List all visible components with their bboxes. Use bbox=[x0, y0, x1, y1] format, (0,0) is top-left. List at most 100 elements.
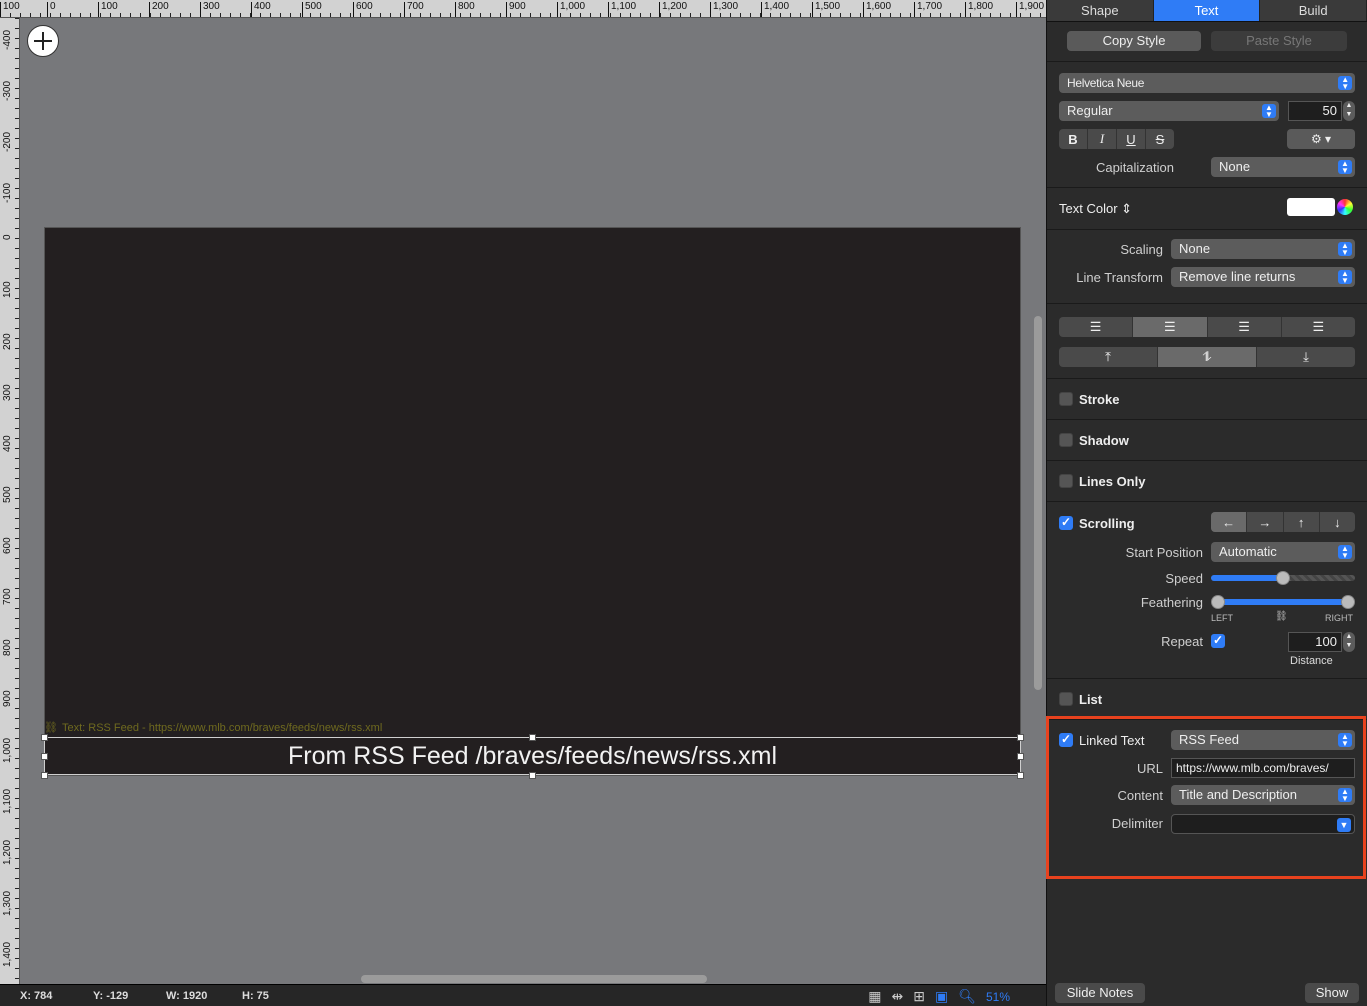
tab-build[interactable]: Build bbox=[1260, 0, 1367, 21]
selected-text-object[interactable]: From RSS Feed /braves/feeds/news/rss.xml bbox=[44, 737, 1021, 775]
distance-stepper[interactable]: ▲ ▼ bbox=[1343, 632, 1355, 652]
safe-area-icon[interactable]: ▣ bbox=[935, 988, 948, 1005]
ruler-left-label: 1,000 bbox=[2, 737, 13, 763]
stroke-checkbox[interactable] bbox=[1059, 392, 1073, 406]
feathering-left-label: LEFT bbox=[1211, 613, 1234, 623]
copy-style-button[interactable]: Copy Style bbox=[1067, 31, 1201, 51]
resize-handle[interactable] bbox=[1017, 753, 1024, 760]
popup-arrows-icon: ▲ ▼ bbox=[1338, 270, 1352, 285]
content-label: Content bbox=[1117, 788, 1163, 803]
checkerboard-icon[interactable]: ▦ bbox=[868, 988, 881, 1005]
feathering-left-knob[interactable] bbox=[1211, 595, 1225, 609]
arrow-left-icon[interactable]: ← bbox=[1211, 512, 1248, 532]
ruler-left-label: 400 bbox=[2, 435, 13, 452]
scrolling-checkbox[interactable] bbox=[1059, 515, 1073, 530]
font-family-popup[interactable]: Helvetica Neue ▲ ▼ bbox=[1059, 73, 1355, 93]
paste-style-button[interactable]: Paste Style bbox=[1211, 31, 1347, 51]
align-left-icon[interactable]: ☰ bbox=[1059, 317, 1134, 337]
gear-icon: ⚙ ▾ bbox=[1310, 132, 1332, 146]
line-transform-popup[interactable]: Remove line returns ▲ ▼ bbox=[1171, 267, 1355, 287]
distance-field[interactable]: 100 bbox=[1288, 632, 1342, 652]
resize-handle[interactable] bbox=[1017, 734, 1024, 741]
ruler-top-label: 200 bbox=[149, 2, 169, 17]
divider bbox=[1047, 460, 1367, 461]
tab-shape[interactable]: Shape bbox=[1047, 0, 1154, 21]
vertical-scrollbar[interactable] bbox=[1034, 316, 1042, 690]
ruler-left-label: -200 bbox=[2, 131, 13, 152]
bold-button[interactable]: B bbox=[1059, 129, 1088, 149]
font-size-stepper[interactable]: ▲ ▼ bbox=[1343, 101, 1355, 121]
text-options-button[interactable]: ⚙ ▾ bbox=[1287, 129, 1355, 149]
repeat-checkbox[interactable] bbox=[1211, 633, 1225, 648]
fit-width-icon[interactable]: ⇹ bbox=[891, 988, 903, 1005]
text-color-swatch[interactable] bbox=[1287, 198, 1335, 216]
vertical-alignment: ⤒ ⥮ ⤓ bbox=[1059, 347, 1355, 367]
ruler-top-label: 100 bbox=[0, 2, 20, 17]
slide-canvas[interactable] bbox=[44, 227, 1021, 776]
ruler-top-label: 300 bbox=[200, 2, 220, 17]
resize-handle[interactable] bbox=[41, 734, 48, 741]
align-center-icon[interactable]: ☰ bbox=[1133, 317, 1208, 337]
strikethrough-button[interactable]: S bbox=[1146, 129, 1174, 149]
canvas-area[interactable]: 100 0 100 200 300 400 500 600 700 800 90… bbox=[0, 0, 1046, 1006]
arrow-right-icon[interactable]: → bbox=[1247, 512, 1284, 532]
lines-only-checkbox[interactable] bbox=[1059, 474, 1073, 488]
font-size-field[interactable]: 50 bbox=[1288, 101, 1342, 121]
align-justify-icon[interactable]: ☰ bbox=[1282, 317, 1355, 337]
ruler-top-label: 1,100 bbox=[608, 2, 636, 17]
grid-icon[interactable]: ⊞ bbox=[913, 988, 925, 1005]
inspector-tabs: Shape Text Build bbox=[1047, 0, 1367, 22]
linked-text-source-popup[interactable]: RSS Feed ▲ ▼ bbox=[1171, 730, 1355, 750]
url-label: URL bbox=[1136, 761, 1163, 776]
url-field[interactable]: https://www.mlb.com/braves/ bbox=[1171, 758, 1355, 778]
capitalization-popup[interactable]: None ▲ ▼ bbox=[1211, 157, 1355, 177]
align-top-icon[interactable]: ⤒ bbox=[1059, 347, 1158, 367]
resize-handle[interactable] bbox=[41, 753, 48, 760]
resize-handle[interactable] bbox=[529, 734, 536, 741]
align-middle-icon[interactable]: ⥮ bbox=[1158, 347, 1257, 367]
tab-text[interactable]: Text bbox=[1153, 0, 1261, 21]
link-icon: ⛓ bbox=[44, 722, 58, 734]
ruler-left-label: -100 bbox=[2, 182, 13, 203]
text-color-label[interactable]: Text Color ⇕ bbox=[1059, 201, 1132, 217]
font-family-value: Helvetica Neue bbox=[1067, 76, 1145, 90]
delimiter-label: Delimiter bbox=[1111, 816, 1163, 831]
ruler-left-label: -400 bbox=[2, 29, 13, 50]
resize-handle[interactable] bbox=[1017, 772, 1024, 779]
zoom-level[interactable]: 51% bbox=[986, 990, 1010, 1004]
arrow-down-icon[interactable]: ↓ bbox=[1320, 512, 1355, 532]
color-wheel-icon[interactable] bbox=[1337, 199, 1353, 215]
text-object-content: From RSS Feed /braves/feeds/news/rss.xml bbox=[287, 741, 778, 770]
arrow-up-icon[interactable]: ↑ bbox=[1284, 512, 1320, 532]
font-weight-popup[interactable]: Regular ▲ ▼ bbox=[1059, 101, 1279, 121]
link-icon[interactable]: ⛓ bbox=[1275, 611, 1288, 622]
line-transform-value: Remove line returns bbox=[1179, 269, 1296, 284]
italic-button[interactable]: I bbox=[1088, 129, 1117, 149]
app-window: 100 0 100 200 300 400 500 600 700 800 90… bbox=[0, 0, 1367, 1006]
ruler-top-label: 100 bbox=[98, 2, 118, 17]
underline-button[interactable]: U bbox=[1117, 129, 1146, 149]
speed-slider-fill bbox=[1211, 575, 1283, 581]
ruler-top-label: 1,500 bbox=[812, 2, 840, 17]
speed-slider-knob[interactable] bbox=[1276, 571, 1290, 585]
list-checkbox[interactable] bbox=[1059, 692, 1073, 706]
resize-handle[interactable] bbox=[529, 772, 536, 779]
add-object-button[interactable] bbox=[27, 25, 59, 57]
content-popup[interactable]: Title and Description ▲ ▼ bbox=[1171, 785, 1355, 805]
linked-text-checkbox[interactable] bbox=[1059, 732, 1073, 747]
start-position-popup[interactable]: Automatic ▲ ▼ bbox=[1211, 542, 1355, 562]
capitalization-value: None bbox=[1219, 159, 1251, 174]
zoom-icon[interactable]: 🔍︎ bbox=[958, 988, 976, 1005]
feathering-right-knob[interactable] bbox=[1341, 595, 1355, 609]
shadow-checkbox[interactable] bbox=[1059, 433, 1073, 447]
slide-notes-button[interactable]: Slide Notes bbox=[1055, 983, 1145, 1003]
scaling-popup[interactable]: None ▲ ▼ bbox=[1171, 239, 1355, 259]
align-bottom-icon[interactable]: ⤓ bbox=[1257, 347, 1355, 367]
horizontal-scrollbar[interactable] bbox=[361, 975, 707, 983]
status-icons: ▦ ⇹ ⊞ ▣ 🔍︎ 51% bbox=[868, 988, 1010, 1005]
resize-handle[interactable] bbox=[41, 772, 48, 779]
font-weight-value: Regular bbox=[1067, 103, 1113, 118]
show-button[interactable]: Show bbox=[1305, 983, 1359, 1003]
delimiter-combo[interactable]: ▼ bbox=[1171, 814, 1355, 834]
align-right-icon[interactable]: ☰ bbox=[1208, 317, 1282, 337]
